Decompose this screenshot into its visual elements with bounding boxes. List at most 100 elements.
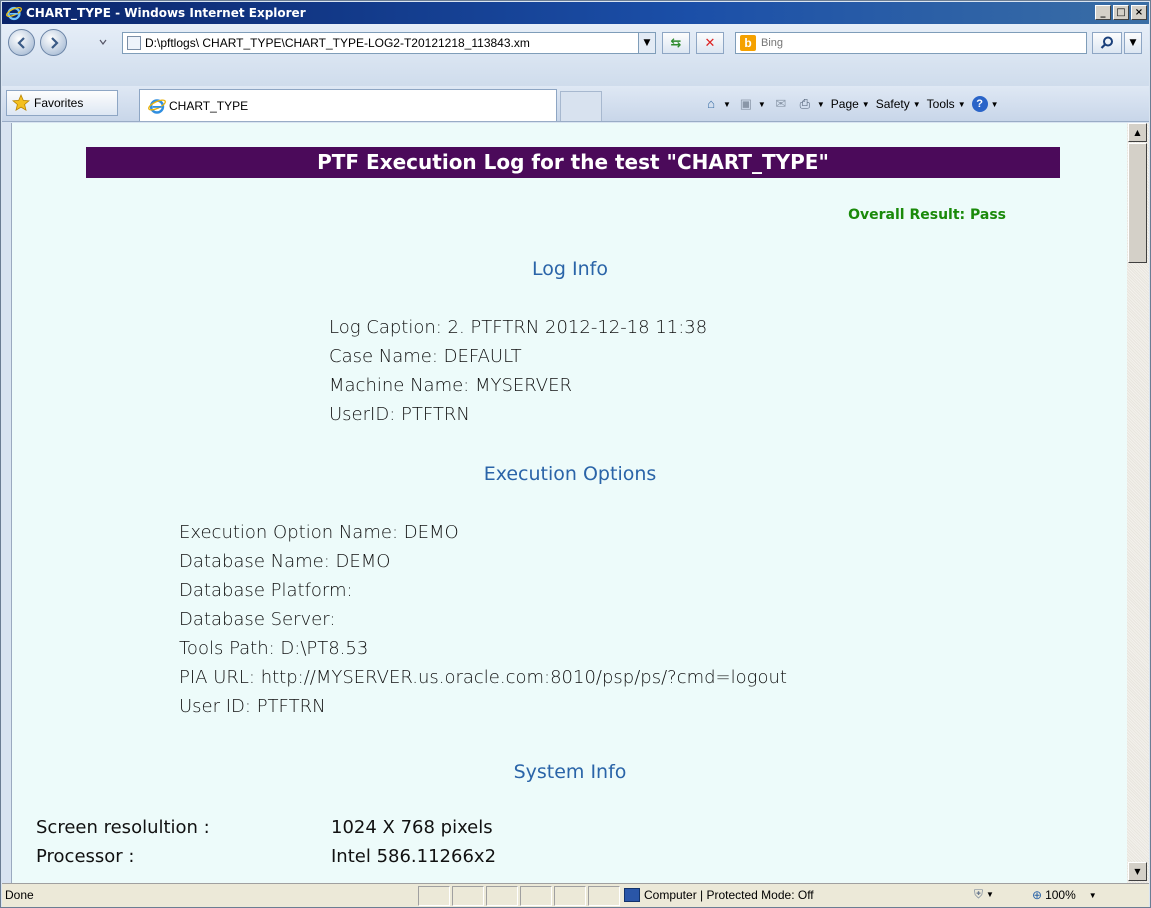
case-name: Case Name: DEFAULT [329, 346, 522, 367]
search-icon [1100, 36, 1113, 49]
vertical-scrollbar[interactable]: ▲ ▼ [1127, 123, 1149, 883]
help-icon: ? [971, 96, 988, 112]
chevron-down-icon: ▼ [990, 99, 999, 109]
search-button[interactable] [1092, 32, 1122, 54]
protected-mode-button[interactable]: ⛨ ▼ [974, 887, 994, 902]
browser-window: CHART_TYPE - Windows Internet Explorer _… [0, 0, 1151, 908]
tools-path: Tools Path: D:\PT8.53 [179, 638, 369, 659]
address-field[interactable]: D:\pftlogs\ CHART_TYPE\CHART_TYPE-LOG2-T… [122, 32, 656, 54]
refresh-icon: ⇆ [670, 35, 682, 51]
rss-feed-icon: ▣ [739, 96, 753, 111]
page-title-banner: PTF Execution Log for the test "CHART_TY… [86, 147, 1060, 178]
system-info-row: Screen resolultion : 1024 X 768 pixels [36, 817, 493, 838]
stop-button[interactable]: ✕ [696, 32, 724, 54]
stop-icon: ✕ [704, 35, 716, 51]
zoom-level: 100% [1045, 888, 1076, 902]
close-icon: × [1134, 6, 1144, 18]
scroll-thumb[interactable] [1128, 143, 1147, 263]
chevron-down-icon: ▼ [723, 99, 731, 109]
exec-user-id: User ID: PTFTRN [179, 696, 326, 717]
address-text[interactable]: D:\pftlogs\ CHART_TYPE\CHART_TYPE-LOG2-T… [145, 36, 638, 50]
status-pane [554, 886, 586, 906]
tools-menu[interactable]: Tools ▼ [927, 97, 966, 111]
search-options-dropdown[interactable]: ▼ [1124, 32, 1142, 54]
page-menu[interactable]: Page ▼ [831, 97, 870, 111]
status-pane [486, 886, 518, 906]
search-box[interactable]: b [735, 32, 1087, 54]
log-caption: Log Caption: 2. PTFTRN 2012-12-18 11:38 [329, 317, 708, 338]
chevron-down-icon: ▼ [912, 99, 921, 109]
favorites-label: Favorites [34, 96, 84, 110]
refresh-button[interactable]: ⇆ [662, 32, 690, 54]
safety-menu-label: Safety [875, 97, 910, 111]
print-button[interactable]: ⎙ ▼ [796, 96, 825, 112]
execution-options-heading: Execution Options [483, 463, 657, 485]
status-text: Done [5, 888, 34, 902]
page-icon [127, 36, 141, 50]
screen-resolution-value: 1024 X 768 pixels [331, 817, 493, 838]
close-button[interactable]: × [1131, 5, 1147, 20]
read-mail-button[interactable]: ✉ [772, 96, 790, 112]
minimize-button[interactable]: _ [1095, 5, 1111, 20]
feeds-button[interactable]: ▣ ▼ [737, 96, 766, 112]
tab-label: CHART_TYPE [169, 98, 249, 113]
maximize-button[interactable]: □ [1113, 5, 1129, 20]
favorites-star-icon [12, 94, 30, 112]
screen-resolution-label: Screen resolultion : [36, 817, 210, 838]
home-button[interactable]: ⌂ ▼ [702, 96, 731, 112]
log-info-heading: Log Info [532, 258, 608, 280]
system-info-heading: System Info [513, 761, 627, 783]
machine-name: Machine Name: MYSERVER [329, 375, 572, 396]
zoom-icon: ⊕ [1032, 888, 1043, 902]
address-toolbar: D:\pftlogs\ CHART_TYPE\CHART_TYPE-LOG2-T… [2, 24, 1149, 86]
minimize-icon: _ [1100, 6, 1106, 18]
ie-logo-icon [148, 98, 166, 114]
forward-arrow-icon [50, 36, 59, 49]
favorites-button[interactable]: Favorites [6, 90, 118, 116]
database-name: Database Name: DEMO [179, 551, 391, 572]
search-input[interactable] [761, 37, 1061, 49]
maximize-icon: □ [1116, 6, 1126, 18]
chevron-down-icon: ▼ [816, 99, 825, 109]
mail-icon: ✉ [775, 96, 787, 111]
scroll-up-button[interactable]: ▲ [1128, 123, 1147, 142]
user-id: UserID: PTFTRN [329, 404, 470, 425]
recent-pages-dropdown-icon[interactable] [98, 37, 108, 47]
scroll-down-button[interactable]: ▼ [1128, 862, 1147, 881]
favorites-bar: Favorites CHART_TYPE ⌂ ▼ ▣ ▼ ✉ ⎙ ▼ Page ▼ Sa… [2, 86, 1149, 122]
system-info-row: Processor : Intel 586.11266x2 [36, 846, 496, 867]
shield-icon: ⛨ [974, 887, 984, 901]
tab-chart-type[interactable]: CHART_TYPE [139, 89, 557, 121]
chevron-down-icon: ▼ [986, 890, 994, 899]
zone-label: Computer | Protected Mode: Off [644, 888, 814, 902]
help-button[interactable]: ? ▼ [971, 96, 999, 112]
processor-value: Intel 586.11266x2 [331, 846, 497, 867]
title-bar: CHART_TYPE - Windows Internet Explorer _… [2, 2, 1149, 24]
status-pane [520, 886, 552, 906]
command-bar: ⌂ ▼ ▣ ▼ ✉ ⎙ ▼ Page ▼ Safety ▼ Tools ▼ ? ▼ [702, 92, 999, 116]
home-icon: ⌂ [707, 96, 715, 111]
scroll-up-icon: ▲ [1134, 128, 1141, 137]
chevron-down-icon: ▼ [1088, 890, 1097, 900]
scroll-down-icon: ▼ [1134, 867, 1141, 876]
forward-button[interactable] [40, 29, 67, 56]
chevron-down-icon: ▼ [957, 99, 966, 109]
chevron-down-icon: ▼ [1129, 38, 1137, 48]
safety-menu[interactable]: Safety ▼ [876, 97, 921, 111]
window-title: CHART_TYPE - Windows Internet Explorer [26, 6, 306, 20]
zoom-control[interactable]: ⊕ 100% ▼ [1032, 888, 1097, 902]
processor-label: Processor : [36, 846, 135, 867]
page-menu-label: Page [830, 97, 859, 111]
address-dropdown-icon[interactable]: ▼ [638, 33, 655, 53]
security-zone[interactable]: Computer | Protected Mode: Off [624, 888, 814, 902]
status-bar: Done Computer | Protected Mode: Off ⛨ ▼ ⊕… [2, 883, 1149, 907]
printer-icon: ⎙ [799, 96, 811, 111]
chevron-down-icon: ▼ [757, 99, 766, 109]
back-arrow-icon [16, 36, 25, 49]
back-button[interactable] [8, 29, 35, 56]
computer-zone-icon [624, 888, 640, 902]
tools-menu-label: Tools [926, 97, 955, 111]
log-info-block: Log Caption: 2. PTFTRN 2012-12-18 11:38 … [329, 313, 707, 429]
pia-url: PIA URL: http://MYSERVER.us.oracle.com:8… [179, 667, 787, 688]
new-tab-button[interactable] [560, 91, 602, 121]
